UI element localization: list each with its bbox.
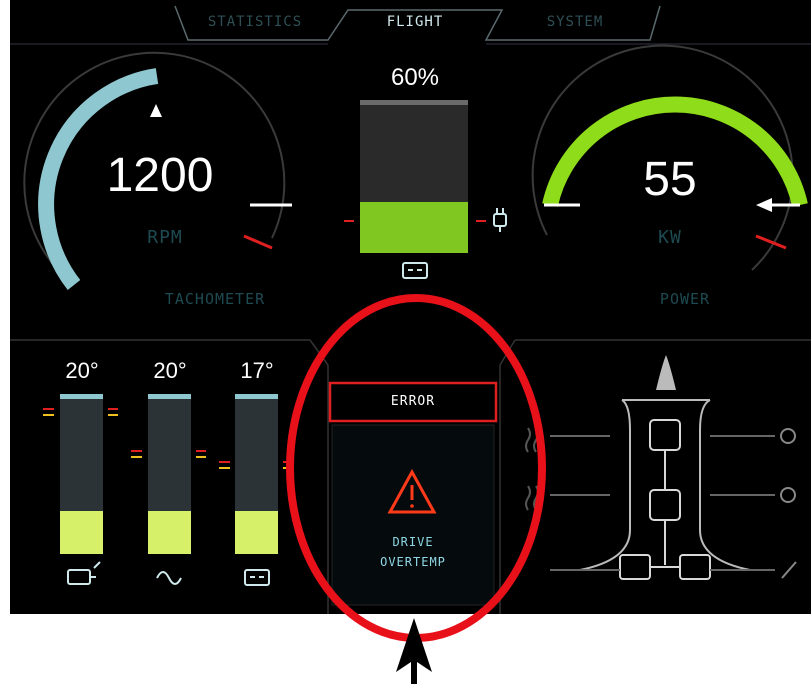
power-caption: POWER — [659, 290, 711, 308]
annotation-arrow-icon — [396, 618, 432, 684]
temp-bar-controller — [131, 394, 206, 554]
temp-battery-value: 17° — [240, 358, 274, 383]
temp-bar-battery — [219, 394, 293, 554]
battery-level-fill — [360, 202, 468, 253]
heat-waves-icon — [525, 427, 539, 453]
tachometer-pointer — [150, 104, 162, 117]
flight-display: STATISTICS FLIGHT SYSTEM 1200 RPM TACHOM… — [10, 0, 811, 614]
battery-icon-small — [244, 569, 270, 586]
error-label: ERROR — [390, 394, 436, 409]
error-message-line1: DRIVE — [392, 535, 434, 549]
motor-icon — [67, 561, 101, 585]
aircraft-system-diagram — [525, 355, 797, 580]
battery-gauge — [344, 100, 507, 279]
plug-icon — [493, 208, 507, 232]
tachometer-caption: TACHOMETER — [164, 290, 266, 308]
power-value: 55 — [643, 153, 697, 206]
battery-node-right-icon — [679, 554, 711, 580]
error-message: DRIVE OVERTEMP — [320, 532, 506, 572]
controller-icon — [156, 571, 182, 585]
battery-icon — [402, 262, 428, 279]
controller-node-icon — [649, 489, 681, 521]
battery-percent: 60% — [390, 64, 440, 91]
tachometer-unit: RPM — [147, 227, 183, 248]
gear-icon — [780, 428, 796, 444]
temperature-bars — [43, 394, 293, 586]
tachometer-value: 1200 — [106, 149, 214, 202]
propeller-icon — [781, 561, 797, 579]
battery-node-left-icon — [619, 554, 651, 580]
temp-controller-value: 20° — [153, 358, 187, 383]
temp-motor-value: 20° — [65, 358, 99, 383]
tachometer-redline — [243, 234, 273, 250]
motor-node-icon — [649, 419, 681, 451]
power-pointer — [756, 198, 772, 212]
aircraft-nose — [656, 355, 676, 390]
error-message-line2: OVERTEMP — [380, 555, 446, 569]
gear-icon — [780, 487, 796, 503]
power-unit: KW — [658, 227, 682, 248]
temp-bar-motor — [43, 394, 118, 554]
